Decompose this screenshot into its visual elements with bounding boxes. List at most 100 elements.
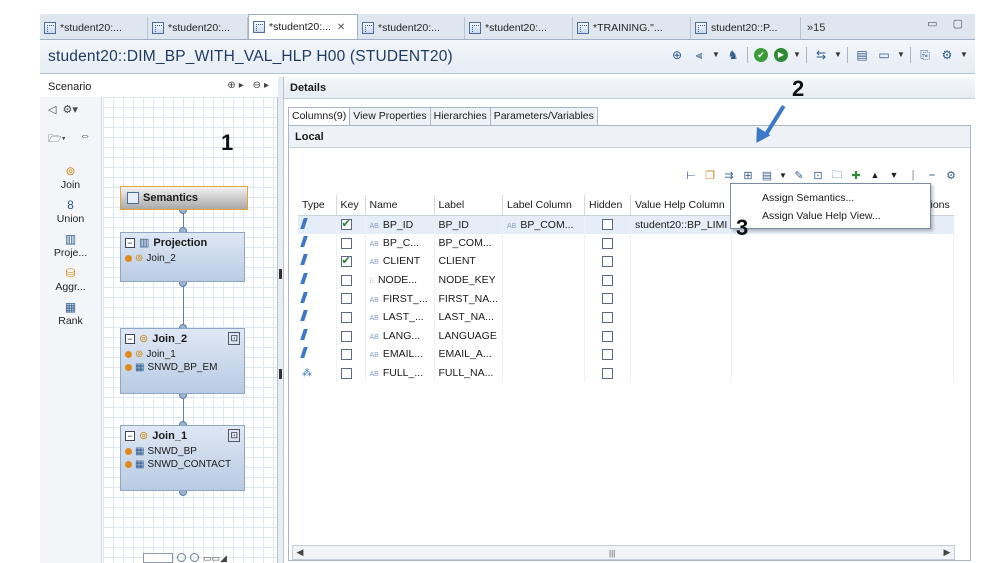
horizontal-scrollbar[interactable]: ◀ ||| ▶	[292, 545, 955, 560]
move-down-icon[interactable]: ▼	[887, 168, 901, 182]
column-label[interactable]: FIRST_NA...	[434, 289, 504, 308]
collapse-icon[interactable]: −	[125, 237, 135, 248]
zoom-out-icon[interactable]	[190, 553, 199, 562]
key-checkbox[interactable]	[340, 237, 352, 249]
settings-icon[interactable]: ⚙	[939, 47, 955, 63]
node-detail-icon[interactable]: ⊡	[228, 429, 240, 442]
column-label[interactable]: LANGUAGE	[434, 326, 504, 346]
search-columns-icon[interactable]: ⊞	[741, 168, 755, 182]
hidden-checkbox[interactable]	[602, 367, 614, 379]
activate-icon[interactable]: ✔	[754, 48, 768, 62]
menu-item-assign-semantics[interactable]: Assign Semantics...	[731, 189, 930, 207]
edit-icon[interactable]: ✎	[792, 168, 806, 182]
zoom-field[interactable]	[143, 553, 173, 563]
key-checkbox[interactable]	[340, 330, 352, 342]
value-help-column[interactable]: student20::BP_LIMI	[630, 215, 733, 234]
window-controls[interactable]: ▭ ▢	[927, 17, 969, 30]
join1-node[interactable]: − ⊚ Join_1 ⊡ ▦ SNWD_BP ▦ SNWD_CONTACT	[120, 425, 245, 491]
column-header-label[interactable]: Label	[434, 195, 504, 216]
collapse-icon[interactable]: −	[125, 333, 135, 344]
chart-icon[interactable]: ⫷	[691, 47, 707, 63]
hidden-checkbox[interactable]	[602, 311, 614, 323]
column-header-key[interactable]: Key	[336, 195, 366, 216]
collapse-left-icon[interactable]	[279, 269, 282, 279]
palette-item-projection[interactable]: ▥ Proje...	[40, 231, 101, 259]
hidden-checkbox[interactable]	[602, 219, 614, 231]
editor-tab-6[interactable]: *TRAINING."...	[573, 17, 691, 39]
calc-column-icon[interactable]: ⊡	[811, 168, 825, 182]
projection-node[interactable]: − ▥ Projection ⊚ Join_2	[120, 232, 245, 282]
column-header-value-help[interactable]: Value Help Column	[630, 195, 733, 216]
menu-item-assign-value-help-view[interactable]: Assign Value Help View...	[731, 207, 930, 225]
copy-icon[interactable]: ❐	[703, 168, 717, 182]
join1-input-row[interactable]: ▦ SNWD_BP	[121, 445, 244, 458]
join2-input-row[interactable]: ▦ SNWD_BP_EM	[121, 361, 244, 374]
editor-tab-3-active[interactable]: *student20:... ✕	[248, 14, 358, 39]
folder-icon[interactable]: 🗁▾	[48, 130, 66, 149]
key-checkbox[interactable]	[340, 367, 352, 379]
palette-item-aggregation[interactable]: ⛁ Aggr...	[40, 265, 101, 293]
key-checkbox[interactable]	[340, 217, 352, 231]
column-label[interactable]: NODE_KEY	[434, 270, 504, 290]
chevron-down-icon[interactable]: ▼	[712, 47, 720, 63]
table-row[interactable]: ABCLIENT CLIENT	[298, 252, 955, 271]
join1-input-row[interactable]: ▦ SNWD_CONTACT	[121, 458, 244, 471]
add-icon[interactable]: ✚	[849, 168, 863, 182]
label-column-value[interactable]: BP_COM...	[520, 219, 573, 231]
palette-menu-icon[interactable]: ⚙▾	[62, 103, 77, 116]
join2-input-row[interactable]: ⊚ Join_1	[121, 348, 244, 361]
editor-tab-5[interactable]: *student20:...	[465, 17, 573, 39]
tab-view-properties[interactable]: View Properties	[349, 107, 431, 125]
hidden-checkbox[interactable]	[602, 349, 614, 361]
scenario-view-controls[interactable]: ⊕▸ ⊖▸	[227, 80, 272, 91]
export-icon[interactable]: ⎘	[917, 47, 933, 63]
table-row[interactable]: AB LANG... LANGUAGE	[298, 326, 955, 346]
table-row[interactable]: AB FIRST_... FIRST_NA...	[298, 289, 955, 308]
globe-icon[interactable]: ⊕	[669, 47, 685, 63]
collapse-icon[interactable]: ⎯	[925, 168, 939, 182]
node-detail-icon[interactable]: ⊡	[228, 332, 240, 345]
hidden-checkbox[interactable]	[602, 237, 614, 249]
column-header-hidden[interactable]: Hidden	[584, 195, 632, 216]
hidden-checkbox[interactable]	[602, 330, 614, 342]
column-label[interactable]: EMAIL_A...	[434, 345, 504, 364]
scroll-thumb[interactable]: |||	[609, 549, 615, 558]
chevron-down-icon[interactable]: ▼	[793, 47, 801, 63]
key-checkbox[interactable]	[340, 311, 352, 323]
chevron-down-icon[interactable]: ▼	[834, 47, 842, 63]
editor-tab-2[interactable]: *student20:...	[148, 17, 248, 39]
editor-tab-7[interactable]: student20::P...	[691, 17, 801, 39]
tab-columns[interactable]: Columns(9)	[288, 107, 351, 125]
hierarchy-icon[interactable]: ⊢	[684, 168, 698, 182]
table-row[interactable]: ⁝⁝ NODE... NODE_KEY	[298, 270, 955, 290]
layout-icon[interactable]: ▤	[854, 47, 870, 63]
key-checkbox[interactable]	[340, 349, 352, 361]
link-icon[interactable]: ⇔	[80, 130, 91, 149]
close-icon[interactable]: ✕	[337, 22, 345, 33]
table-row[interactable]: AB EMAIL... EMAIL_A...	[298, 345, 955, 364]
table-row[interactable]: AB BP_C... BP_COM...	[298, 233, 955, 253]
column-header-type[interactable]: Type	[298, 195, 337, 216]
palette-item-join[interactable]: ⊚ Join	[40, 163, 101, 191]
filter-icon[interactable]: ⇆	[813, 47, 829, 63]
column-label[interactable]: FULL_NA...	[434, 363, 504, 383]
column-label[interactable]: BP_ID	[434, 215, 504, 234]
hidden-checkbox[interactable]	[602, 274, 614, 286]
projection-input-row[interactable]: ⊚ Join_2	[121, 252, 244, 265]
column-label[interactable]: LAST_NA...	[434, 307, 504, 327]
palette-item-rank[interactable]: ▦ Rank	[40, 299, 101, 327]
scroll-right-icon[interactable]: ▶	[940, 546, 954, 559]
settings-icon[interactable]: ⚙	[944, 168, 958, 182]
palette-item-union[interactable]: 8 Union	[40, 197, 101, 225]
key-checkbox[interactable]	[340, 274, 352, 286]
column-header-label-column[interactable]: Label Column	[502, 195, 586, 216]
column-label[interactable]: BP_COM...	[434, 233, 504, 253]
key-checkbox[interactable]	[340, 293, 352, 305]
tab-overflow-button[interactable]: »15	[801, 17, 831, 39]
tab-parameters-variables[interactable]: Parameters/Variables	[489, 107, 598, 125]
fit-icon[interactable]: ▭▭◢	[203, 553, 227, 563]
zoom-in-icon[interactable]	[177, 553, 186, 562]
display-icon[interactable]: ▭	[876, 47, 892, 63]
chevron-down-icon[interactable]: ▼	[897, 47, 905, 63]
move-up-icon[interactable]: ▲	[868, 168, 882, 182]
